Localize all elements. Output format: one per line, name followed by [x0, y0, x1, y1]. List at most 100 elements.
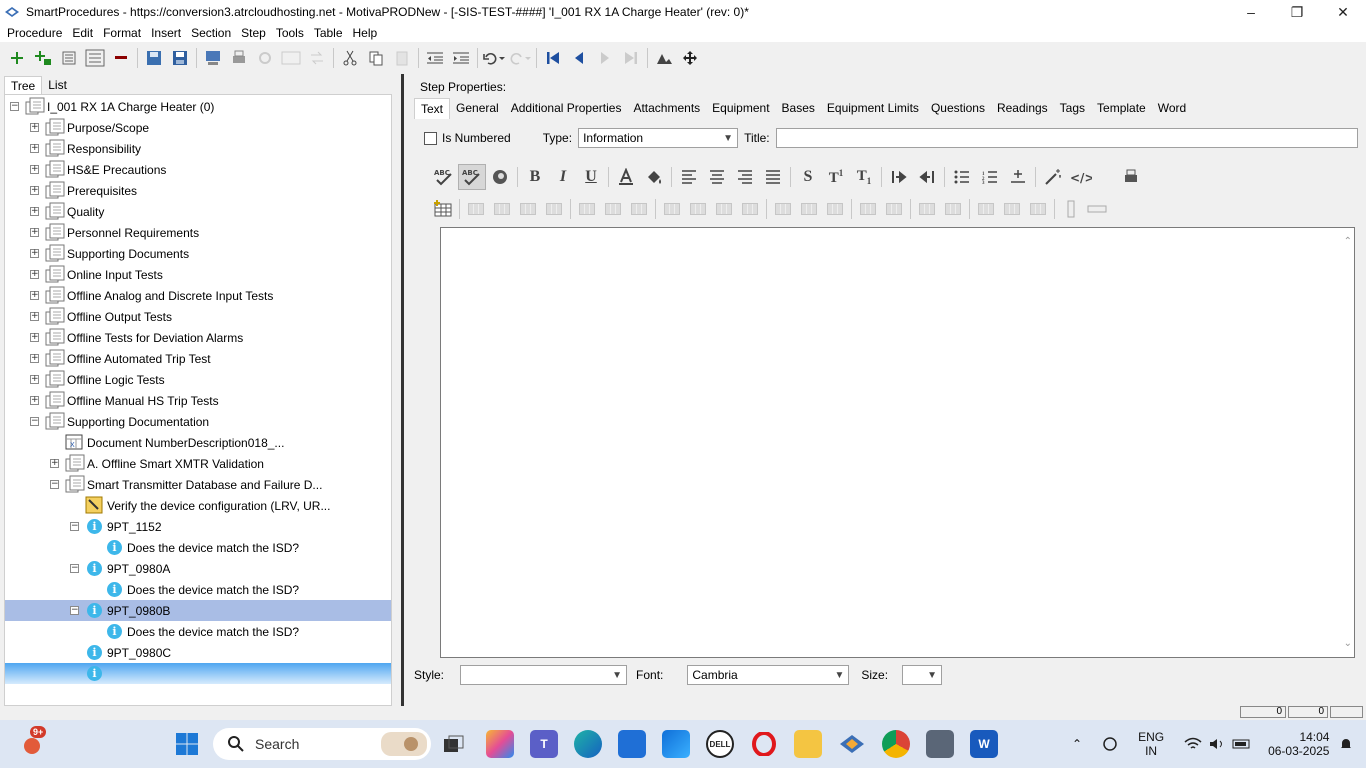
- superscript-button[interactable]: T1: [822, 164, 850, 190]
- numbered-list-icon[interactable]: 123: [976, 164, 1004, 190]
- font-select[interactable]: Cambria ▼: [687, 665, 850, 685]
- horizontal-rule-icon[interactable]: [1004, 164, 1032, 190]
- tree-node[interactable]: + Online Input Tests: [5, 264, 391, 285]
- collapse-icon[interactable]: −: [10, 102, 19, 111]
- task-view-icon[interactable]: [440, 730, 468, 758]
- strikethrough-button[interactable]: S: [794, 164, 822, 190]
- file-explorer-icon[interactable]: [794, 730, 822, 758]
- magic-wand-icon[interactable]: [1039, 164, 1067, 190]
- expand-icon[interactable]: +: [30, 165, 39, 174]
- expand-icon[interactable]: +: [30, 249, 39, 258]
- tree-node[interactable]: Verify the device configuration (LRV, UR…: [5, 495, 391, 516]
- print-preview-icon[interactable]: [1117, 164, 1145, 190]
- spellcheck-as-you-type-icon[interactable]: ABC: [458, 164, 486, 190]
- increase-indent-icon[interactable]: [885, 164, 913, 190]
- first-step-icon[interactable]: [540, 46, 566, 70]
- tree-node[interactable]: + A. Offline Smart XMTR Validation: [5, 453, 391, 474]
- menu-insert[interactable]: Insert: [146, 26, 186, 40]
- move-icon[interactable]: [677, 46, 703, 70]
- highlight-color-icon[interactable]: [640, 164, 668, 190]
- volume-icon[interactable]: [1208, 737, 1226, 751]
- title-input[interactable]: [775, 128, 1358, 148]
- tree-node[interactable]: + Offline Automated Trip Test: [5, 348, 391, 369]
- tree-node[interactable]: i 9PT_0980C: [5, 642, 391, 663]
- html-source-icon[interactable]: </>: [1067, 164, 1095, 190]
- tree-node[interactable]: − i 9PT_0980B: [5, 600, 391, 621]
- clock[interactable]: 14:04 06-03-2025: [1268, 730, 1329, 758]
- minimize-button[interactable]: –: [1228, 0, 1274, 24]
- power-automate-icon[interactable]: [662, 730, 690, 758]
- tree-node[interactable]: + Offline Logic Tests: [5, 369, 391, 390]
- tab-equipment-limits[interactable]: Equipment Limits: [821, 98, 925, 119]
- tree-node[interactable]: + Responsibility: [5, 138, 391, 159]
- dell-icon[interactable]: DELL: [706, 730, 734, 758]
- tab-template[interactable]: Template: [1091, 98, 1152, 119]
- tab-tags[interactable]: Tags: [1054, 98, 1091, 119]
- menu-tools[interactable]: Tools: [271, 26, 309, 40]
- outdent-icon[interactable]: [422, 46, 448, 70]
- tab-equipment[interactable]: Equipment: [706, 98, 775, 119]
- add-icon[interactable]: [4, 46, 30, 70]
- maximize-button[interactable]: ❐: [1274, 0, 1320, 24]
- tree-node[interactable]: + Quality: [5, 201, 391, 222]
- outline-icon[interactable]: [82, 46, 108, 70]
- collapse-icon[interactable]: −: [30, 417, 39, 426]
- opera-icon[interactable]: [750, 730, 778, 758]
- save-server-icon[interactable]: [141, 46, 167, 70]
- spellcheck-icon[interactable]: ABC: [430, 164, 458, 190]
- align-center-icon[interactable]: [703, 164, 731, 190]
- tree-node[interactable]: + Purpose/Scope: [5, 117, 391, 138]
- expand-icon[interactable]: +: [30, 144, 39, 153]
- tree-node[interactable]: + Offline Tests for Deviation Alarms: [5, 327, 391, 348]
- indent-list-icon[interactable]: [56, 46, 82, 70]
- menu-table[interactable]: Table: [309, 26, 348, 40]
- bullet-list-icon[interactable]: [948, 164, 976, 190]
- justify-icon[interactable]: [759, 164, 787, 190]
- expand-icon[interactable]: +: [30, 354, 39, 363]
- word-icon[interactable]: W: [970, 730, 998, 758]
- tree-node[interactable]: i Does the device match the ISD?: [5, 621, 391, 642]
- expand-icon[interactable]: +: [30, 228, 39, 237]
- insert-table-icon[interactable]: [430, 198, 456, 220]
- store-icon[interactable]: [618, 730, 646, 758]
- notifications-bell-icon[interactable]: [1339, 737, 1353, 751]
- tree-node[interactable]: − i 9PT_0980A: [5, 558, 391, 579]
- style-select[interactable]: ▼: [460, 665, 628, 685]
- remove-icon[interactable]: [108, 46, 134, 70]
- expand-icon[interactable]: +: [30, 207, 39, 216]
- menu-section[interactable]: Section: [186, 26, 236, 40]
- battery-icon[interactable]: [1232, 738, 1252, 750]
- expand-icon[interactable]: +: [30, 123, 39, 132]
- tree-node[interactable]: i Does the device match the ISD?: [5, 579, 391, 600]
- tab-attachments[interactable]: Attachments: [627, 98, 706, 119]
- expand-icon[interactable]: +: [30, 375, 39, 384]
- menu-step[interactable]: Step: [236, 26, 271, 40]
- expand-icon[interactable]: +: [30, 270, 39, 279]
- network-status-icon[interactable]: [1100, 736, 1120, 752]
- expand-icon[interactable]: +: [30, 312, 39, 321]
- tree-node[interactable]: + Offline Output Tests: [5, 306, 391, 327]
- previous-step-icon[interactable]: [566, 46, 592, 70]
- copilot-icon[interactable]: [486, 730, 514, 758]
- cut-icon[interactable]: [337, 46, 363, 70]
- procedure-tree[interactable]: − I_001 RX 1A Charge Heater (0) + Purpose/S…: [4, 94, 392, 706]
- italic-button[interactable]: I: [549, 164, 577, 190]
- chrome-icon[interactable]: [882, 730, 910, 758]
- tab-general[interactable]: General: [450, 98, 505, 119]
- collapse-icon[interactable]: −: [70, 606, 79, 615]
- edge-icon[interactable]: [574, 730, 602, 758]
- menu-procedure[interactable]: Procedure: [2, 26, 67, 40]
- scroll-down-icon[interactable]: ⌄: [1344, 638, 1352, 649]
- is-numbered-checkbox[interactable]: [424, 131, 437, 145]
- tab-word[interactable]: Word: [1152, 98, 1192, 119]
- tree-node[interactable]: − Supporting Documentation: [5, 411, 391, 432]
- pane-splitter[interactable]: [401, 74, 404, 706]
- tree-node[interactable]: + Offline Analog and Discrete Input Tests: [5, 285, 391, 306]
- collapse-icon[interactable]: −: [70, 522, 79, 531]
- tree-node[interactable]: − i 9PT_1152: [5, 516, 391, 537]
- notification-widget-icon[interactable]: 9+: [20, 726, 48, 758]
- expand-icon[interactable]: +: [30, 291, 39, 300]
- tree-node[interactable]: + Offline Manual HS Trip Tests: [5, 390, 391, 411]
- scroll-up-icon[interactable]: ⌃: [1344, 236, 1352, 247]
- menu-format[interactable]: Format: [98, 26, 146, 40]
